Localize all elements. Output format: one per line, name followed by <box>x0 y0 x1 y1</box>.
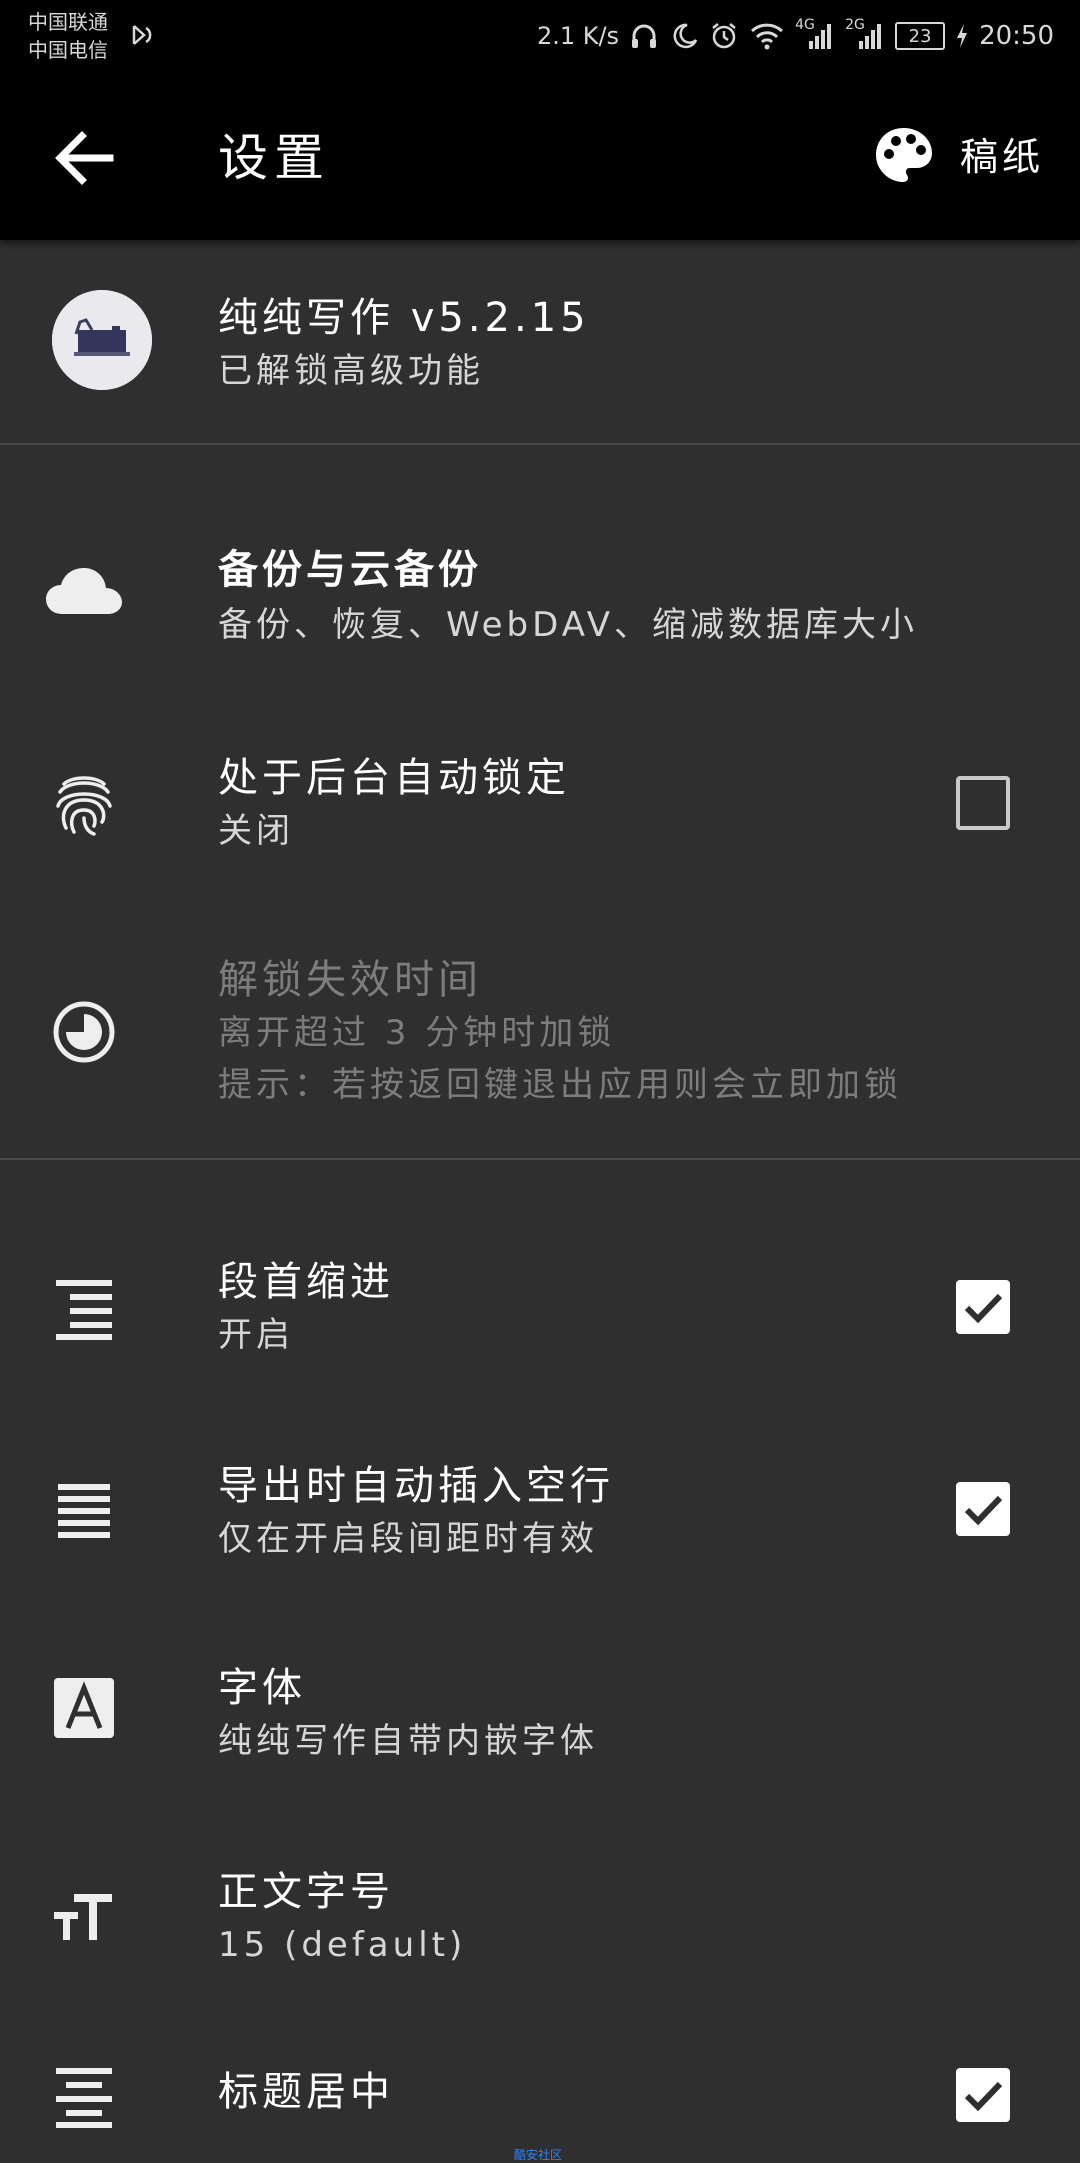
theme-label[interactable]: 稿纸 <box>960 132 1044 182</box>
signal-2g-icon: 2G <box>845 17 885 51</box>
divider <box>0 443 1080 445</box>
clock: 20:50 <box>979 21 1054 51</box>
app-logo <box>52 290 152 390</box>
setting-title: 字体 <box>218 1665 306 1711</box>
net-type-2: 2G <box>845 17 865 33</box>
about-row[interactable]: 纯纯写作 v5.2.15 已解锁高级功能 <box>0 240 1080 444</box>
wifi-icon <box>749 21 785 51</box>
app-license-status: 已解锁高级功能 <box>218 351 484 391</box>
setting-subtitle: 离开超过 3 分钟时加锁 <box>218 1013 616 1053</box>
format-align-center-icon <box>56 2068 112 2128</box>
setting-subtitle: 仅在开启段间距时有效 <box>218 1519 598 1559</box>
indent-checkbox[interactable] <box>956 1280 1010 1334</box>
carrier-line-2: 中国电信 <box>28 38 108 62</box>
setting-title: 导出时自动插入空行 <box>218 1463 614 1509</box>
battery-icon: 23 <box>895 22 946 50</box>
theme-button[interactable] <box>872 124 936 188</box>
app-version-title: 纯纯写作 v5.2.15 <box>218 295 590 341</box>
setting-hint: 提示：若按返回键退出应用则会立即加锁 <box>218 1065 902 1105</box>
setting-title: 段首缩进 <box>218 1259 394 1305</box>
timer-icon <box>53 1001 115 1063</box>
page-title: 设置 <box>218 129 330 187</box>
app-bar: 设置 稿纸 <box>0 74 1080 240</box>
nfc-icon <box>128 22 154 54</box>
setting-subtitle: 纯纯写作自带内嵌字体 <box>218 1721 598 1761</box>
center-title-checkbox[interactable] <box>956 2068 1010 2122</box>
setting-title: 标题居中 <box>218 2069 394 2115</box>
signal-4g-icon: 4G <box>795 17 835 51</box>
back-button[interactable] <box>48 126 120 190</box>
charging-icon <box>955 23 969 49</box>
format-indent-icon <box>56 1280 112 1340</box>
setting-title: 备份与云备份 <box>218 547 482 593</box>
net-type-1: 4G <box>795 17 815 33</box>
check-icon <box>964 2081 1003 2112</box>
auto-lock-checkbox[interactable] <box>956 776 1010 830</box>
setting-subtitle: 15 (default) <box>218 1925 467 1965</box>
palette-icon <box>876 128 932 182</box>
setting-title: 处于后台自动锁定 <box>218 755 570 801</box>
check-icon <box>964 1495 1003 1526</box>
status-bar: 中国联通 中国电信 2.1 K/s 4G 2G 23 20:50 <box>0 0 1080 74</box>
font-a-icon <box>54 1678 114 1738</box>
battery-level: 23 <box>908 25 932 47</box>
cloud-icon <box>46 568 122 614</box>
blank-line-checkbox[interactable] <box>956 1482 1010 1536</box>
setting-subtitle: 关闭 <box>218 811 294 851</box>
divider <box>0 1158 1080 1160</box>
setting-subtitle: 备份、恢复、WebDAV、缩减数据库大小 <box>218 605 919 645</box>
status-icons: 2.1 K/s 4G 2G 23 20:50 <box>537 16 1054 56</box>
watermark: 酷安社区 <box>514 2148 563 2162</box>
headphones-icon <box>629 21 659 51</box>
arrow-back-icon <box>55 131 114 185</box>
fingerprint-icon <box>56 776 112 836</box>
carrier-info: 中国联通 中国电信 <box>28 8 108 64</box>
alarm-icon <box>709 21 739 51</box>
moon-icon <box>669 21 699 51</box>
setting-title: 正文字号 <box>218 1869 394 1915</box>
carrier-line-1: 中国联通 <box>28 10 108 34</box>
setting-subtitle: 开启 <box>218 1315 294 1355</box>
check-icon <box>964 1293 1003 1324</box>
format-align-justify-icon <box>58 1484 110 1538</box>
setting-title: 解锁失效时间 <box>218 957 482 1003</box>
format-size-icon <box>54 1894 112 1940</box>
net-speed: 2.1 K/s <box>536 22 620 50</box>
